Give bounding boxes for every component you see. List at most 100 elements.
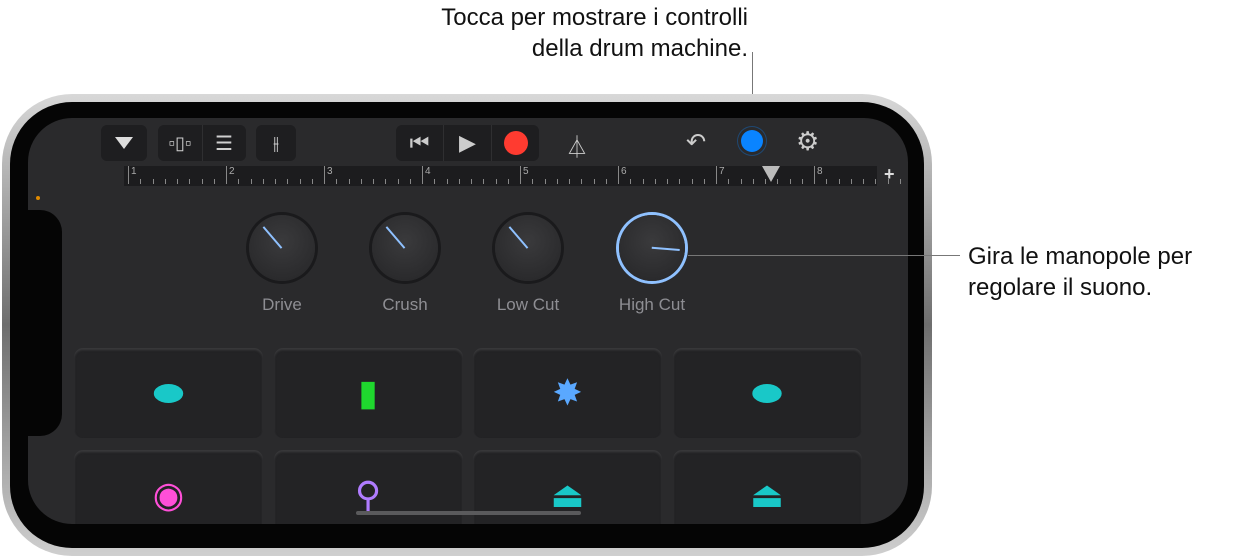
record-icon[interactable] [492, 131, 539, 155]
ruler-tick [213, 179, 215, 184]
kick-drum-icon: ◉ [152, 474, 185, 515]
status-dot [36, 196, 40, 200]
ruler-tick [838, 179, 840, 184]
bar-number: 6 [618, 166, 627, 184]
tracks-menu-button[interactable] [101, 125, 147, 161]
maraca-icon: ⚲ [354, 474, 382, 515]
ruler-tick [471, 179, 472, 184]
ruler-tick [140, 179, 142, 184]
ruler-tick [569, 179, 570, 184]
ruler-tick [703, 179, 705, 184]
bar-number: 3 [324, 166, 333, 184]
ruler-tick [409, 179, 411, 184]
knob-dial[interactable] [619, 215, 685, 281]
knob-dial[interactable] [249, 215, 315, 281]
hihat-open-icon: ⏏ [749, 474, 784, 515]
knob-drive[interactable]: Drive [249, 215, 315, 314]
play-icon[interactable]: ▶ [444, 130, 491, 156]
ruler-tick [642, 179, 644, 184]
ruler-tick [899, 179, 901, 184]
list-view-icon[interactable]: ☰ [203, 131, 246, 156]
knob-low-cut[interactable]: Low Cut [495, 215, 561, 314]
ruler-tick [189, 179, 191, 184]
knob-indicator [651, 247, 680, 251]
knob-high-cut[interactable]: High Cut [619, 215, 685, 314]
ruler-tick [275, 179, 276, 184]
ruler-tick [667, 179, 668, 184]
crash-cymbal-icon: ⬬ [153, 371, 184, 413]
callout-line-2: regolare il suono. [968, 274, 1153, 301]
ruler-tick [544, 179, 546, 184]
clap-burst-icon: ✸ [552, 372, 583, 413]
ruler-tick [691, 179, 693, 184]
ruler-tick [262, 179, 264, 184]
knob-label: Drive [262, 295, 302, 314]
callout-drum-controls: Tocca per mostrare i controlli della dru… [441, 2, 748, 64]
transport-group: ⏮ ▶ [396, 125, 539, 161]
bar-number: 1 [128, 166, 137, 184]
ruler-tick [287, 179, 289, 184]
bar-number: 8 [814, 166, 823, 184]
playhead-handle[interactable] [762, 166, 780, 182]
callout-knobs: Gira le manopole per regolare il suono. [968, 241, 1192, 303]
ruler-tick [789, 179, 791, 184]
ruler-tick [728, 179, 730, 184]
knob-crush[interactable]: Crush [372, 215, 438, 314]
knob-dial[interactable] [495, 215, 561, 281]
ruler-tick [593, 179, 595, 184]
ruler-tick [507, 179, 509, 184]
drum-pad[interactable]: ✸ [473, 348, 662, 438]
ruler-tick [152, 179, 154, 184]
knob-label: Low Cut [496, 295, 560, 314]
drum-pad[interactable]: ⬬ [74, 348, 263, 438]
knob-dial[interactable] [372, 215, 438, 281]
knob-label: High Cut [618, 295, 686, 314]
drum-pad[interactable]: ⏏ [672, 450, 862, 524]
bar-number: 4 [422, 166, 431, 184]
ruler-tick [679, 179, 681, 184]
drum-pad[interactable]: ◉ [74, 450, 263, 524]
ruler-tick [740, 179, 742, 184]
drum-pad[interactable]: ▮ [273, 348, 463, 438]
ride-cymbal-icon: ⬬ [751, 371, 783, 413]
ruler-tick [654, 179, 656, 184]
undo-icon[interactable]: ↶ [686, 128, 706, 157]
hihat-closed-icon: ⏏ [550, 474, 585, 515]
ruler-tick [446, 179, 448, 184]
callout-leader-right [688, 255, 960, 256]
ruler-tick [581, 179, 583, 184]
ruler-tick [532, 179, 534, 184]
home-indicator [356, 511, 581, 515]
drum-controls-icon[interactable] [741, 130, 763, 152]
triangle-down-icon [115, 137, 133, 149]
ruler-tick [238, 179, 240, 184]
metronome-icon[interactable]: ⏃ [566, 130, 588, 162]
rewind-icon[interactable]: ⏮ [396, 130, 443, 156]
ruler-tick [801, 179, 803, 184]
callout-line-1: Tocca per mostrare i controlli [441, 4, 748, 31]
knob-indicator [262, 226, 283, 249]
sliders-icon: ⫲ [273, 132, 279, 153]
ruler-tick [360, 179, 362, 184]
ruler-tick [458, 179, 460, 184]
ruler-tick [348, 179, 350, 184]
ruler-tick [630, 179, 632, 184]
mixer-button[interactable]: ⫲ [256, 125, 296, 161]
drummer-screen: ▫▯▫ ☰ ⫲ ⏮ ▶ ⏃ ↶ ⚙ 1 2 3 4 5 6 7 8 + Drive Crush L… [28, 118, 908, 524]
ruler-tick [875, 179, 877, 184]
callout-line-2: della drum machine. [531, 35, 748, 62]
ruler-tick [311, 179, 313, 184]
knob-indicator [508, 226, 529, 249]
timeline-ruler[interactable]: 1 2 3 4 5 6 7 8 [124, 166, 901, 186]
knob-indicator [385, 226, 406, 249]
ruler-tick [556, 179, 558, 184]
add-section-button[interactable]: + [884, 164, 895, 185]
ruler-tick [483, 179, 485, 184]
ruler-tick [850, 179, 852, 184]
drum-pad[interactable]: ⬬ [672, 348, 862, 438]
bar-number: 2 [226, 166, 235, 184]
callout-line-1: Gira le manopole per [968, 243, 1193, 270]
settings-gear-icon[interactable]: ⚙ [796, 126, 819, 157]
tracks-view-icon[interactable]: ▫▯▫ [159, 133, 202, 154]
ruler-tick [385, 179, 387, 184]
